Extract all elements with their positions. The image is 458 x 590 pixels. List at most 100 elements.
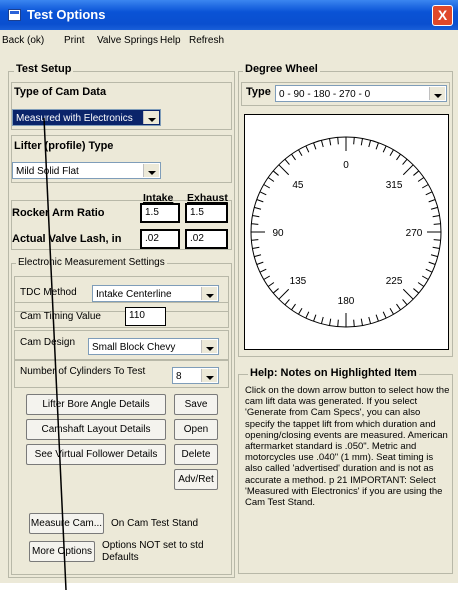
cam-data-select[interactable]: Measured with Electronics: [12, 109, 161, 126]
wheel-tick: [432, 246, 440, 249]
measure-cam-button[interactable]: Measure Cam...: [29, 513, 104, 534]
cylinders-label: Number of Cylinders To Test: [20, 366, 146, 377]
cam-design-select[interactable]: Small Block Chevy: [88, 338, 219, 355]
wheel-tick: [425, 191, 433, 196]
menu-help[interactable]: Help: [160, 35, 181, 46]
more-options-status-line1: Options NOT set to std: [102, 540, 204, 551]
wheel-label-180: 180: [338, 296, 355, 307]
wheel-tick: [278, 164, 290, 176]
cam-design-label: Cam Design: [20, 337, 76, 348]
wheel-tick: [430, 206, 438, 210]
rocker-intake-input[interactable]: 1.5: [140, 203, 180, 223]
tdc-value: Intake Centerline: [96, 289, 172, 300]
wheel-tick: [375, 314, 379, 322]
menu-print[interactable]: Print: [64, 35, 85, 46]
title-bar[interactable]: Test Options X: [0, 0, 458, 30]
wheel-tick: [402, 164, 414, 176]
wheel-tick: [298, 307, 303, 315]
wheel-tick: [284, 158, 290, 165]
chevron-down-icon[interactable]: [201, 369, 217, 382]
wheel-tick: [267, 177, 275, 182]
wheel-tick: [413, 288, 420, 294]
adv-ret-button[interactable]: Adv/Ret: [174, 469, 218, 490]
wheel-tick: [320, 316, 324, 324]
chevron-down-icon[interactable]: [143, 111, 159, 124]
wheel-tick: [360, 318, 363, 326]
chevron-down-icon[interactable]: [429, 87, 445, 100]
wheel-tick: [272, 170, 279, 176]
camshaft-layout-button[interactable]: Camshaft Layout Details: [26, 419, 166, 440]
wheel-tick: [263, 184, 271, 189]
wheel-tick: [360, 138, 363, 146]
help-title: Help: Notes on Highlighted Item: [248, 367, 419, 379]
lifter-value: Mild Solid Flat: [16, 166, 79, 177]
wheel-label-90: 90: [272, 228, 284, 239]
open-button[interactable]: Open: [174, 419, 218, 440]
app-icon: [8, 9, 21, 21]
tdc-select[interactable]: Intake Centerline: [92, 285, 219, 302]
more-options-status-line2: Defaults: [102, 552, 139, 563]
cylinders-value: 8: [176, 371, 182, 382]
wheel-label-45: 45: [292, 180, 304, 191]
wheel-tick: [382, 145, 387, 153]
wheel-tick: [417, 282, 425, 287]
wheel-tick: [305, 145, 310, 153]
menu-refresh[interactable]: Refresh: [189, 35, 224, 46]
save-button[interactable]: Save: [174, 394, 218, 415]
wheel-type-label: Type: [246, 86, 271, 98]
wheel-tick: [433, 223, 441, 225]
wheel-type-select[interactable]: 0 - 90 - 180 - 270 - 0: [275, 85, 447, 102]
wheel-tick: [402, 288, 414, 300]
delete-button[interactable]: Delete: [174, 444, 218, 465]
lash-intake-input[interactable]: .02: [140, 229, 180, 249]
wheel-label-270: 270: [406, 228, 423, 239]
lifter-bore-angle-button[interactable]: Lifter Bore Angle Details: [26, 394, 166, 415]
wheel-tick: [256, 261, 264, 265]
wheel-tick: [353, 319, 355, 327]
more-options-status: Options NOT set to std Defaults: [102, 540, 204, 564]
wheel-tick: [396, 153, 401, 161]
wheel-tick: [389, 149, 394, 157]
wheel-label-315: 315: [386, 180, 403, 191]
chevron-down-icon[interactable]: [143, 164, 159, 177]
wheel-tick: [337, 137, 339, 145]
wheel-tick: [433, 239, 441, 241]
rocker-exhaust-input[interactable]: 1.5: [185, 203, 228, 223]
wheel-tick: [421, 275, 429, 280]
menu-back-ok[interactable]: Back (ok): [2, 35, 44, 46]
wheel-tick: [353, 137, 355, 145]
cylinders-select[interactable]: 8: [172, 367, 219, 384]
wheel-tick: [329, 138, 332, 146]
cam-timing-input[interactable]: 110: [125, 307, 166, 326]
wheel-tick: [396, 303, 401, 311]
chevron-down-icon[interactable]: [201, 287, 217, 300]
more-options-button[interactable]: More Options: [29, 541, 95, 562]
degree-wheel-canvas: 0 45 315 90 270 135 225 180: [244, 114, 449, 350]
electronic-settings-title: Electronic Measurement Settings: [16, 257, 167, 268]
wheel-tick: [389, 307, 394, 315]
chevron-down-icon[interactable]: [201, 340, 217, 353]
wheel-tick: [291, 303, 296, 311]
wheel-tick: [413, 170, 420, 176]
wheel-tick: [337, 319, 339, 327]
cam-data-label: Type of Cam Data: [14, 86, 107, 98]
menu-valve-springs[interactable]: Valve Springs: [97, 35, 158, 46]
wheel-tick: [329, 318, 332, 326]
close-button[interactable]: X: [432, 5, 453, 26]
wheel-tick: [402, 299, 408, 306]
lifter-select[interactable]: Mild Solid Flat: [12, 162, 161, 179]
wheel-tick: [251, 239, 259, 241]
degree-wheel-title: Degree Wheel: [243, 63, 320, 75]
wheel-tick: [267, 282, 275, 287]
menu-bar: Back (ok) Print Valve Springs Help Refre…: [0, 32, 458, 50]
wheel-tick: [320, 140, 324, 148]
wheel-tick: [259, 191, 267, 196]
virtual-follower-button[interactable]: See Virtual Follower Details: [26, 444, 166, 465]
wheel-tick: [425, 268, 433, 273]
wheel-tick: [368, 140, 372, 148]
lash-exhaust-input[interactable]: .02: [185, 229, 228, 249]
wheel-label-135: 135: [290, 276, 307, 287]
wheel-tick: [284, 299, 290, 306]
wheel-tick: [375, 142, 379, 150]
wheel-tick: [382, 311, 387, 319]
